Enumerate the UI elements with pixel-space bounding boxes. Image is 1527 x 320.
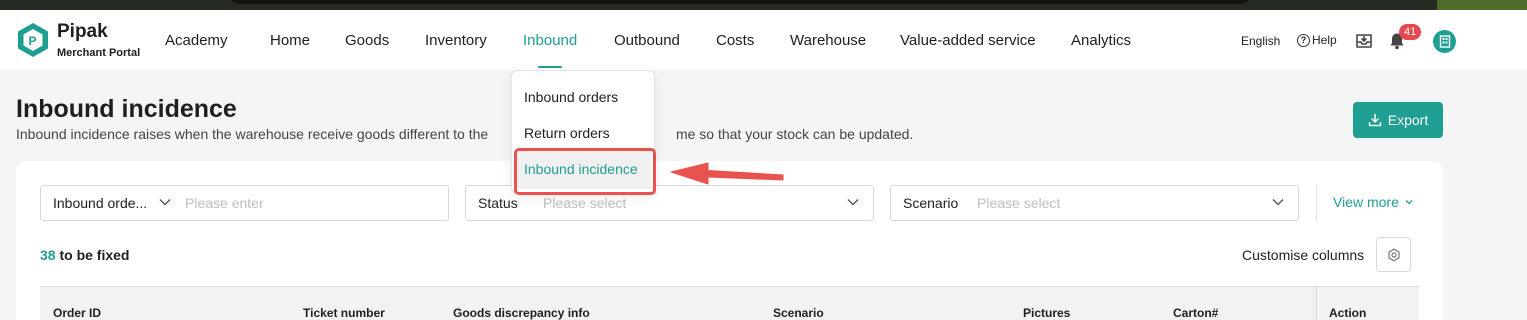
status-label: Status [478,195,518,211]
help-link[interactable]: ? Help [1297,33,1337,47]
view-more-button[interactable]: View more [1333,194,1413,210]
column-header-order-id[interactable]: Order ID [53,306,101,320]
order-search-field[interactable]: Inbound orde... Please enter [40,185,449,221]
avatar-icon[interactable] [1433,30,1456,53]
nav-item-goods[interactable]: Goods [345,32,389,49]
nav-item-inbound[interactable]: Inbound [523,32,577,49]
nav-item-outbound[interactable]: Outbound [614,32,680,49]
column-header-pictures[interactable]: Pictures [1023,306,1070,320]
column-header-scenario[interactable]: Scenario [773,306,824,320]
order-search-input[interactable]: Please enter [185,195,264,211]
nav-item-home[interactable]: Home [270,32,310,49]
notification-badge: 41 [1399,24,1422,40]
top-navbar: P Pipak Merchant Portal Academy Home Goo… [0,10,1527,70]
svg-text:P: P [29,34,37,48]
scenario-select[interactable]: Scenario Please select [890,185,1299,221]
export-icon [1368,113,1382,127]
nav-item-academy[interactable]: Academy [165,32,228,49]
order-field-type-selector[interactable]: Inbound orde... [53,195,147,211]
arrow-annotation-icon [670,162,784,185]
chevron-down-icon [159,199,171,206]
scenario-placeholder: Please select [977,195,1061,211]
export-button[interactable]: Export [1353,102,1443,138]
brand-subtitle: Merchant Portal [57,47,141,59]
top-strip-background [1437,0,1527,10]
browser-top-strip [0,0,1527,10]
nav-item-analytics[interactable]: Analytics [1071,32,1131,49]
page-description-tail: me so that your stock can be updated. [675,126,914,142]
annotation-highlight-box [514,148,656,195]
filter-divider [1316,185,1317,221]
column-header-action[interactable]: Action [1329,306,1366,320]
gear-icon [1387,248,1400,261]
incidence-count: 38 to be fixed [40,247,129,263]
language-selector[interactable]: English [1241,34,1280,48]
chevron-down-icon [1405,200,1413,205]
export-label: Export [1387,112,1429,128]
customise-columns-button[interactable] [1376,237,1411,272]
nav-item-costs[interactable]: Costs [716,32,754,49]
dropdown-item-inbound-orders[interactable]: Inbound orders [524,89,618,105]
nav-item-value-added-service[interactable]: Value-added service [900,32,1036,49]
brand-name[interactable]: Pipak [57,21,108,43]
status-placeholder: Please select [543,195,627,211]
nav-active-underline [538,66,562,68]
nav-item-warehouse[interactable]: Warehouse [790,32,866,49]
fixed-column-separator [1316,287,1317,320]
page-title: Inbound incidence [16,95,237,123]
top-strip-bar [230,0,1250,4]
column-header-ticket-number[interactable]: Ticket number [303,306,385,320]
logo-icon[interactable]: P [16,22,50,58]
customise-columns-label[interactable]: Customise columns [1242,247,1364,263]
chevron-down-icon [847,199,859,206]
incidence-count-number: 38 [40,247,56,263]
scenario-label: Scenario [903,195,959,211]
help-icon: ? [1297,33,1310,47]
incidence-count-text: to be fixed [59,247,130,263]
building-icon [1439,35,1450,48]
dropdown-item-return-orders[interactable]: Return orders [524,125,610,141]
download-tray-icon[interactable] [1355,32,1373,50]
chevron-down-icon [1272,199,1284,206]
page-description-head: Inbound incidence raises when the wareho… [16,126,489,142]
help-label: Help [1312,33,1337,47]
column-header-carton[interactable]: Carton# [1173,306,1218,320]
nav-item-inventory[interactable]: Inventory [425,32,487,49]
column-header-goods-discrepancy[interactable]: Goods discrepancy info [453,306,590,320]
page-description: Inbound incidence raises when the wareho… [16,126,913,142]
table-header: Order ID Ticket number Goods discrepancy… [40,286,1419,320]
view-more-label: View more [1333,194,1399,210]
